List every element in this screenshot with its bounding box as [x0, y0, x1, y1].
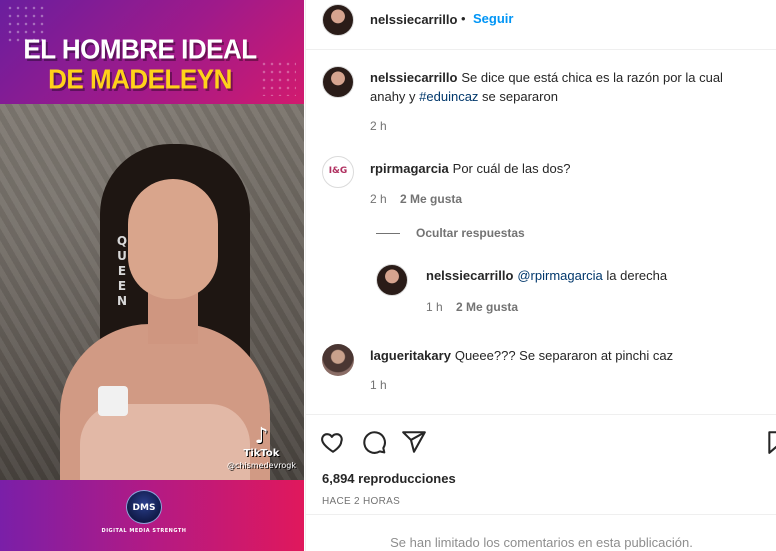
post-header: nelssiecarrillo • Seguir: [306, 0, 776, 50]
tiktok-handle: @chismedevrogk: [226, 461, 296, 470]
reply-avatar[interactable]: [376, 264, 408, 296]
caption-text-end: se separaron: [478, 89, 558, 104]
necklace-text: QUEEN: [115, 234, 129, 309]
dms-logo-icon: DMS: [126, 490, 162, 524]
author-username[interactable]: nelssiecarrillo: [370, 12, 457, 27]
author-avatar[interactable]: [322, 4, 354, 36]
post-actions-section: 6,894 reproducciones HACE 2 HORAS Se han…: [306, 414, 776, 551]
reply-mention[interactable]: @rpirmagarcia: [517, 268, 602, 283]
comment-icon[interactable]: [361, 429, 387, 455]
comment-username[interactable]: lagueritakary: [370, 348, 451, 363]
comment-timestamp[interactable]: 1 h: [370, 378, 387, 392]
comment-text: Queee??? Se separaron at pinchi caz: [454, 348, 674, 363]
comment-timestamp[interactable]: 2 h: [370, 192, 387, 206]
video-frame[interactable]: QUEEN ♪ TikTok @chismedevrogk: [0, 104, 304, 480]
tiktok-watermark: ♪ TikTok @chismedevrogk: [226, 424, 296, 471]
comment-likes[interactable]: 2 Me gusta: [400, 192, 462, 206]
tiktok-brand: TikTok: [243, 448, 280, 459]
post-caption: nelssiecarrillo Se dice que está chica e…: [370, 68, 760, 106]
reply-timestamp[interactable]: 1 h: [426, 300, 443, 314]
comments-limited-notice: Se han limitado los comentarios en esta …: [306, 514, 776, 551]
post-date[interactable]: HACE 2 HORAS: [322, 496, 400, 507]
comment-meta: 2 h 2 Me gusta: [370, 192, 462, 206]
comment-item: lagueritakary Queee??? Se separaron at p…: [370, 346, 750, 365]
media-headline-line1: EL HOMBRE IDEAL: [23, 32, 257, 66]
media-footer-banner: DMS DIGITAL MEDIA STRENGTH: [0, 480, 304, 551]
heart-icon[interactable]: [320, 429, 346, 455]
reply-item: nelssiecarrillo @rpirmagarcia la derecha: [426, 266, 766, 285]
header-separator: •: [461, 11, 466, 26]
follow-button[interactable]: Seguir: [473, 11, 513, 26]
reply-text: la derecha: [602, 268, 668, 283]
post-side-panel: nelssiecarrillo • Seguir nelssiecarrillo…: [305, 0, 776, 551]
video-subject-face: [128, 179, 218, 299]
post-media[interactable]: EL HOMBRE IDEAL DE MADELEYN QUEEN ♪ TikT…: [0, 0, 304, 551]
reply-username[interactable]: nelssiecarrillo: [426, 268, 513, 283]
caption-username[interactable]: nelssiecarrillo: [370, 70, 457, 85]
caption-timestamp[interactable]: 2 h: [370, 119, 387, 133]
share-icon[interactable]: [401, 429, 427, 455]
tiktok-icon: ♪: [254, 424, 269, 449]
caption-hashtag[interactable]: #eduincaz: [419, 89, 478, 104]
comment-username[interactable]: rpirmagarcia: [370, 161, 449, 176]
caption-avatar[interactable]: [322, 66, 354, 98]
media-headline-line2: DE MADELEYN: [48, 62, 232, 96]
comment-item: rpirmagarcia Por cuál de las dos?: [370, 159, 750, 178]
dms-logo-caption: DIGITAL MEDIA STRENGTH: [101, 528, 187, 534]
hide-replies-button[interactable]: Ocultar respuestas: [416, 226, 525, 240]
views-count[interactable]: 6,894 reproducciones: [322, 471, 456, 486]
replies-divider-line: [376, 233, 400, 234]
reply-likes[interactable]: 2 Me gusta: [456, 300, 518, 314]
lapel-microphone: [98, 386, 128, 416]
media-title-banner: EL HOMBRE IDEAL DE MADELEYN: [0, 0, 304, 104]
reply-meta: 1 h 2 Me gusta: [426, 300, 518, 314]
comment-avatar[interactable]: I&G: [322, 156, 354, 188]
comment-avatar[interactable]: [322, 344, 354, 376]
bookmark-icon[interactable]: [765, 429, 776, 455]
comment-text: Por cuál de las dos?: [452, 161, 571, 176]
